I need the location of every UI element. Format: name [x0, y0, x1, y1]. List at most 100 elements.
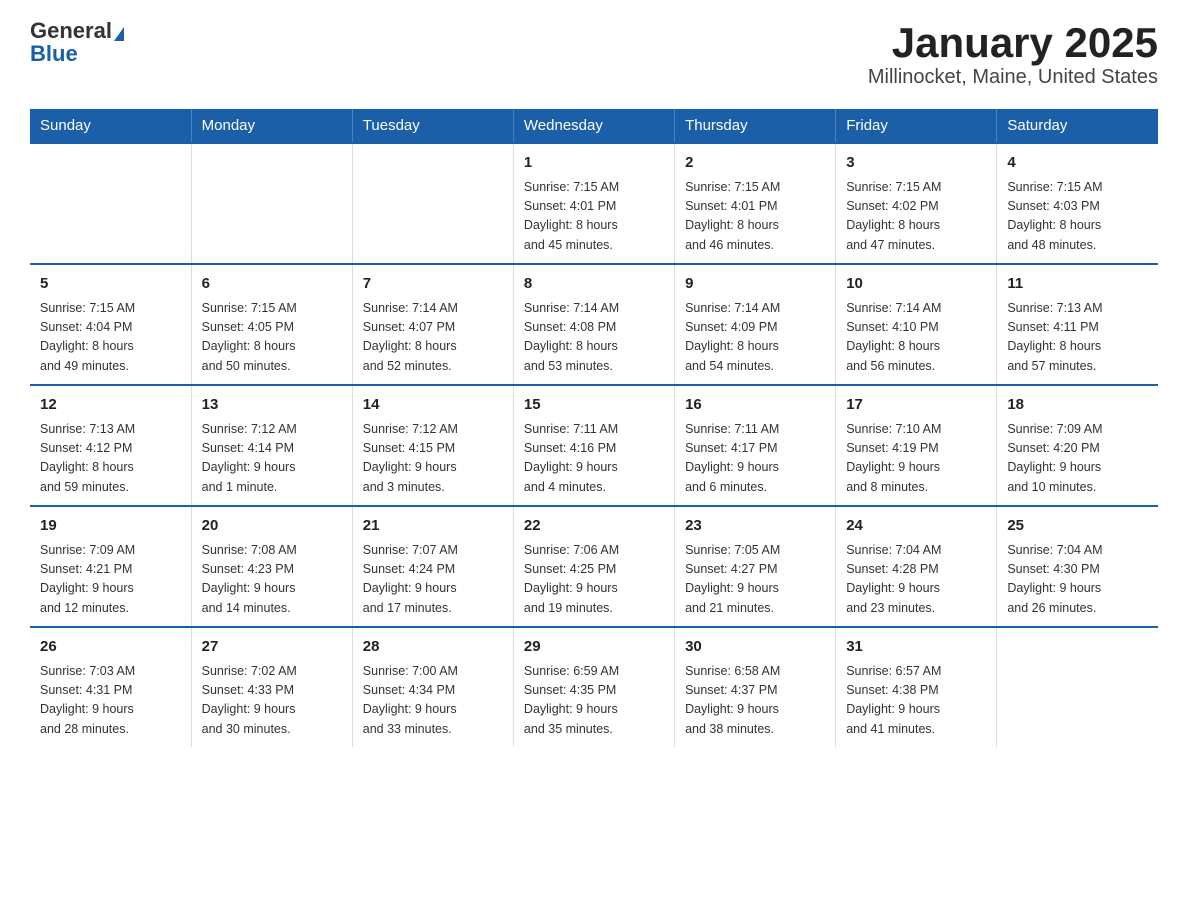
day-number: 4 [1007, 152, 1148, 175]
calendar-cell: 21 Sunrise: 7:07 AMSunset: 4:24 PMDayligh… [352, 506, 513, 627]
week-row-4: 19Sunrise: 7:09 AMSunset: 4:21 PMDayligh… [30, 506, 1158, 627]
calendar-title: January 2025 [868, 20, 1158, 66]
logo-triangle-icon [114, 27, 124, 41]
day-number: 16 [685, 394, 825, 417]
logo-general-text: General [30, 18, 112, 43]
day-number: 29 [524, 636, 664, 659]
day-header-row: SundayMondayTuesdayWednesdayThursdayFrid… [30, 109, 1158, 143]
day-number: 20 [202, 515, 342, 538]
day-info: Sunrise: 7:08 AMSunset: 4:23 PMDaylight:… [202, 541, 342, 619]
day-number: 27 [202, 636, 342, 659]
day-number: 31 [846, 636, 986, 659]
day-number: 22 [524, 515, 664, 538]
calendar-cell [352, 143, 513, 264]
day-number: 12 [40, 394, 181, 417]
day-info: Sunrise: 7:15 AMSunset: 4:03 PMDaylight:… [1007, 178, 1148, 256]
day-info: Sunrise: 6:58 AMSunset: 4:37 PMDaylight:… [685, 662, 825, 740]
calendar-body: 1Sunrise: 7:15 AMSunset: 4:01 PMDaylight… [30, 143, 1158, 747]
calendar-cell: 26 Sunrise: 7:03 AMSunset: 4:31 PMDayligh… [30, 627, 191, 747]
day-info: Sunrise: 7:14 AMSunset: 4:07 PMDaylight:… [363, 299, 503, 377]
day-info: Sunrise: 7:13 AMSunset: 4:11 PMDaylight:… [1007, 299, 1148, 377]
day-number: 8 [524, 273, 664, 296]
day-header-saturday: Saturday [997, 109, 1158, 143]
day-number: 30 [685, 636, 825, 659]
calendar-cell: 18Sunrise: 7:09 AMSunset: 4:20 PMDayligh… [997, 385, 1158, 506]
day-number: 26 [40, 636, 181, 659]
day-info: Sunrise: 7:12 AMSunset: 4:15 PMDaylight:… [363, 420, 503, 498]
logo: General Blue [30, 20, 124, 65]
calendar-cell: 15 Sunrise: 7:11 AMSunset: 4:16 PMDayligh… [513, 385, 674, 506]
day-info: Sunrise: 7:14 AMSunset: 4:09 PMDaylight:… [685, 299, 825, 377]
day-number: 17 [846, 394, 986, 417]
logo-blue-text: Blue [30, 43, 78, 65]
calendar-cell: 24 Sunrise: 7:04 AMSunset: 4:28 PMDayligh… [836, 506, 997, 627]
day-header-sunday: Sunday [30, 109, 191, 143]
calendar-cell: 5Sunrise: 7:15 AMSunset: 4:04 PMDaylight… [30, 264, 191, 385]
calendar-cell: 19Sunrise: 7:09 AMSunset: 4:21 PMDayligh… [30, 506, 191, 627]
day-info: Sunrise: 7:11 AMSunset: 4:16 PMDaylight:… [524, 420, 664, 498]
calendar-cell: 27 Sunrise: 7:02 AMSunset: 4:33 PMDayligh… [191, 627, 352, 747]
calendar-cell: 30 Sunrise: 6:58 AMSunset: 4:37 PMDayligh… [675, 627, 836, 747]
calendar-cell: 9 Sunrise: 7:14 AMSunset: 4:09 PMDaylight… [675, 264, 836, 385]
page-header: General Blue January 2025 Millinocket, M… [30, 20, 1158, 89]
day-info: Sunrise: 7:15 AMSunset: 4:05 PMDaylight:… [202, 299, 342, 377]
day-info: Sunrise: 7:07 AMSunset: 4:24 PMDaylight:… [363, 541, 503, 619]
calendar-location: Millinocket, Maine, United States [868, 66, 1158, 89]
day-number: 21 [363, 515, 503, 538]
day-info: Sunrise: 7:02 AMSunset: 4:33 PMDaylight:… [202, 662, 342, 740]
day-info: Sunrise: 7:15 AMSunset: 4:01 PMDaylight:… [685, 178, 825, 256]
day-number: 14 [363, 394, 503, 417]
day-number: 15 [524, 394, 664, 417]
day-info: Sunrise: 6:59 AMSunset: 4:35 PMDaylight:… [524, 662, 664, 740]
day-number: 19 [40, 515, 181, 538]
week-row-5: 26 Sunrise: 7:03 AMSunset: 4:31 PMDayligh… [30, 627, 1158, 747]
day-number: 10 [846, 273, 986, 296]
calendar-cell: 4 Sunrise: 7:15 AMSunset: 4:03 PMDaylight… [997, 143, 1158, 264]
calendar-cell: 14 Sunrise: 7:12 AMSunset: 4:15 PMDayligh… [352, 385, 513, 506]
day-number: 11 [1007, 273, 1148, 296]
day-info: Sunrise: 7:10 AMSunset: 4:19 PMDaylight:… [846, 420, 986, 498]
day-number: 6 [202, 273, 342, 296]
day-header-wednesday: Wednesday [513, 109, 674, 143]
calendar-cell: 28 Sunrise: 7:00 AMSunset: 4:34 PMDayligh… [352, 627, 513, 747]
calendar-cell: 12Sunrise: 7:13 AMSunset: 4:12 PMDayligh… [30, 385, 191, 506]
calendar-cell: 2Sunrise: 7:15 AMSunset: 4:01 PMDaylight… [675, 143, 836, 264]
calendar-cell: 1Sunrise: 7:15 AMSunset: 4:01 PMDaylight… [513, 143, 674, 264]
calendar-cell: 31Sunrise: 6:57 AMSunset: 4:38 PMDayligh… [836, 627, 997, 747]
day-number: 23 [685, 515, 825, 538]
day-header-thursday: Thursday [675, 109, 836, 143]
day-number: 28 [363, 636, 503, 659]
calendar-cell: 22Sunrise: 7:06 AMSunset: 4:25 PMDayligh… [513, 506, 674, 627]
logo-general-row: General [30, 20, 124, 43]
calendar-cell: 8 Sunrise: 7:14 AMSunset: 4:08 PMDaylight… [513, 264, 674, 385]
week-row-1: 1Sunrise: 7:15 AMSunset: 4:01 PMDaylight… [30, 143, 1158, 264]
day-info: Sunrise: 7:00 AMSunset: 4:34 PMDaylight:… [363, 662, 503, 740]
calendar-cell: 17 Sunrise: 7:10 AMSunset: 4:19 PMDayligh… [836, 385, 997, 506]
day-number: 3 [846, 152, 986, 175]
day-header-tuesday: Tuesday [352, 109, 513, 143]
day-info: Sunrise: 7:04 AMSunset: 4:30 PMDaylight:… [1007, 541, 1148, 619]
day-info: Sunrise: 7:14 AMSunset: 4:08 PMDaylight:… [524, 299, 664, 377]
day-info: Sunrise: 7:03 AMSunset: 4:31 PMDaylight:… [40, 662, 181, 740]
day-info: Sunrise: 7:11 AMSunset: 4:17 PMDaylight:… [685, 420, 825, 498]
calendar-cell: 29 Sunrise: 6:59 AMSunset: 4:35 PMDayligh… [513, 627, 674, 747]
day-number: 9 [685, 273, 825, 296]
calendar-table: SundayMondayTuesdayWednesdayThursdayFrid… [30, 109, 1158, 747]
day-info: Sunrise: 7:12 AMSunset: 4:14 PMDaylight:… [202, 420, 342, 498]
calendar-cell: 6 Sunrise: 7:15 AMSunset: 4:05 PMDaylight… [191, 264, 352, 385]
week-row-2: 5Sunrise: 7:15 AMSunset: 4:04 PMDaylight… [30, 264, 1158, 385]
day-info: Sunrise: 7:14 AMSunset: 4:10 PMDaylight:… [846, 299, 986, 377]
day-info: Sunrise: 7:15 AMSunset: 4:01 PMDaylight:… [524, 178, 664, 256]
day-info: Sunrise: 7:04 AMSunset: 4:28 PMDaylight:… [846, 541, 986, 619]
calendar-cell: 23Sunrise: 7:05 AMSunset: 4:27 PMDayligh… [675, 506, 836, 627]
calendar-cell [191, 143, 352, 264]
day-info: Sunrise: 7:09 AMSunset: 4:20 PMDaylight:… [1007, 420, 1148, 498]
day-number: 25 [1007, 515, 1148, 538]
calendar-cell [997, 627, 1158, 747]
day-number: 7 [363, 273, 503, 296]
title-block: January 2025 Millinocket, Maine, United … [868, 20, 1158, 89]
day-number: 24 [846, 515, 986, 538]
day-header-monday: Monday [191, 109, 352, 143]
calendar-header: SundayMondayTuesdayWednesdayThursdayFrid… [30, 109, 1158, 143]
calendar-cell: 13Sunrise: 7:12 AMSunset: 4:14 PMDayligh… [191, 385, 352, 506]
